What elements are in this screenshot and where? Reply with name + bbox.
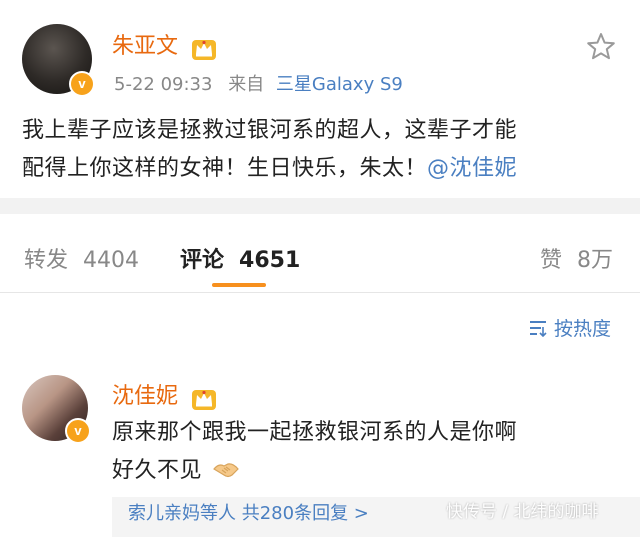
tabs-divider — [0, 292, 640, 293]
section-divider — [0, 198, 640, 214]
post-source-prefix: 来自 — [228, 74, 265, 95]
tab-comment-count: 4651 — [239, 248, 301, 273]
mention-link[interactable]: @沈佳妮 — [427, 156, 517, 181]
sort-icon — [530, 321, 547, 338]
commenter-name-row: 沈佳妮 — [112, 378, 217, 411]
sort-label: 按热度 — [554, 318, 612, 340]
post-device-link[interactable]: 三星Galaxy S9 — [276, 74, 403, 95]
author-avatar[interactable]: v — [22, 24, 95, 97]
post-content: 我上辈子应该是拯救过银河系的超人，这辈子才能 配得上你这样的女神！生日快乐，朱太… — [22, 112, 622, 188]
post-meta: 5-22 09:33 来自 三星Galaxy S9 — [114, 70, 403, 96]
comment-line2: 好久不见 — [112, 458, 203, 483]
verified-badge-icon: v — [65, 418, 91, 444]
watermark: 快传号 / 北纬的咖啡 — [446, 502, 599, 522]
comment-line1: 原来那个跟我一起拯救银河系的人是你啊 — [112, 420, 518, 445]
tab-comment-label: 评论 — [180, 248, 225, 273]
handshake-icon — [212, 463, 239, 478]
post-content-line1: 我上辈子应该是拯救过银河系的超人，这辈子才能 — [22, 118, 518, 143]
comment-line2-row: 好久不见 — [112, 452, 632, 490]
verified-badge-icon: v — [69, 71, 95, 97]
commenter-name[interactable]: 沈佳妮 — [112, 384, 178, 409]
tab-like[interactable]: 赞 8万 — [540, 242, 613, 274]
crown-icon — [192, 389, 217, 410]
author-name-row: 朱亚文 — [112, 28, 217, 61]
tab-repost[interactable]: 转发 4404 — [24, 242, 139, 274]
tab-like-count: 8万 — [577, 248, 614, 273]
tab-repost-label: 转发 — [24, 248, 69, 273]
star-icon[interactable] — [584, 30, 618, 64]
tab-like-label: 赞 — [540, 248, 563, 273]
tab-repost-count: 4404 — [83, 248, 140, 273]
sort-button[interactable]: 按热度 — [528, 314, 611, 341]
active-tab-indicator — [212, 283, 266, 287]
author-name[interactable]: 朱亚文 — [112, 34, 178, 59]
tab-comment[interactable]: 评论 4651 — [180, 242, 300, 274]
comment-content: 原来那个跟我一起拯救银河系的人是你啊 好久不见 — [112, 414, 632, 490]
commenter-avatar[interactable]: v — [22, 375, 91, 444]
post-time: 5-22 09:33 — [114, 74, 213, 95]
post-content-line2: 配得上你这样的女神！生日快乐，朱太！ — [22, 156, 428, 181]
post-content-line2-row: 配得上你这样的女神！生日快乐，朱太！@沈佳妮 — [22, 150, 622, 188]
crown-icon — [192, 39, 217, 60]
